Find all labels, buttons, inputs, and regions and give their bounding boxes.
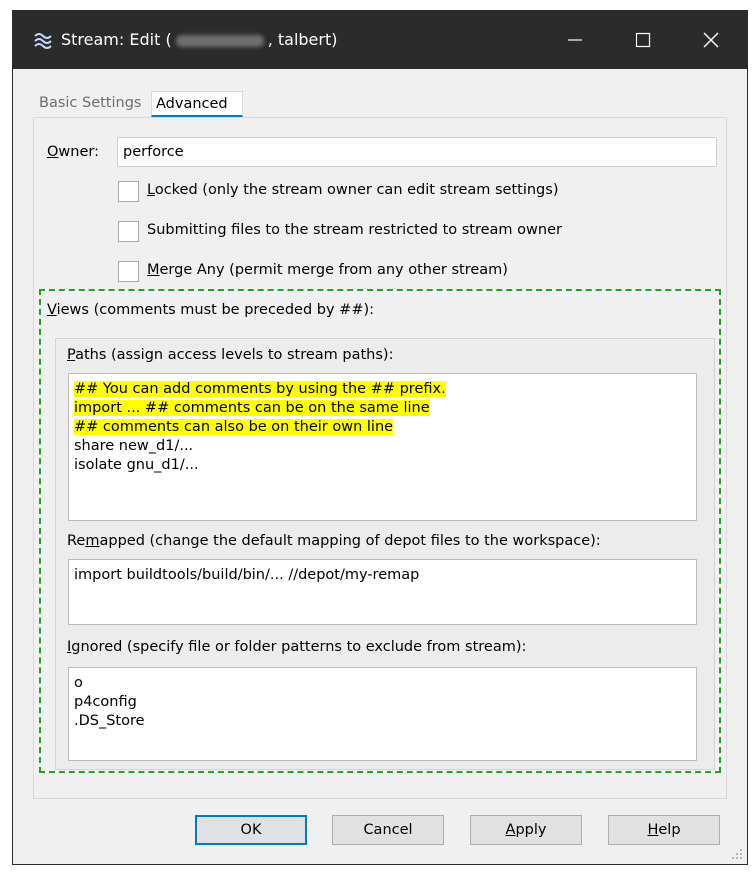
merge-any-label[interactable]: Merge Any (permit merge from any other s…: [147, 262, 508, 278]
stream-icon: [34, 33, 52, 49]
tab-basic-settings[interactable]: Basic Settings: [35, 91, 151, 117]
ignored-line: p4config: [74, 694, 137, 710]
views-label: Views (comments must be preceded by ##):: [47, 302, 375, 318]
paths-label: Paths (assign access levels to stream pa…: [67, 347, 394, 363]
tab-advanced[interactable]: Advanced: [151, 91, 243, 117]
window-title: Stream: Edit (, talbert): [61, 30, 338, 49]
paths-line: share new_d1/...: [74, 438, 194, 454]
apply-button[interactable]: Apply: [470, 815, 582, 845]
restrict-submit-label[interactable]: Submitting files to the stream restricte…: [147, 222, 562, 238]
close-icon: [703, 32, 719, 48]
ignored-label: Ignored (specify file or folder patterns…: [67, 639, 527, 655]
maximize-icon: [635, 32, 651, 48]
remapped-line: import buildtools/build/bin/... //depot/…: [74, 567, 420, 583]
merge-any-checkbox[interactable]: [118, 261, 139, 282]
ok-button[interactable]: OK: [195, 815, 307, 845]
ignored-line: .DS_Store: [74, 713, 145, 729]
paths-line: isolate gnu_d1/...: [74, 457, 199, 473]
help-button[interactable]: Help: [608, 815, 720, 845]
locked-checkbox[interactable]: [118, 181, 139, 202]
paths-line: ## comments can also be on their own lin…: [74, 419, 394, 435]
stream-edit-dialog: Stream: Edit (, talbert) Basic Settings …: [12, 10, 748, 865]
restrict-submit-checkbox[interactable]: [118, 221, 139, 242]
paths-line: import ... ## comments can be on the sam…: [74, 400, 430, 416]
minimize-icon: [568, 39, 582, 41]
owner-input[interactable]: perforce: [117, 137, 717, 167]
remapped-label: Remapped (change the default mapping of …: [67, 533, 601, 549]
paths-textarea[interactable]: ## You can add comments by using the ## …: [68, 373, 697, 521]
minimize-button[interactable]: [541, 11, 609, 69]
close-button[interactable]: [677, 11, 745, 69]
remapped-textarea[interactable]: import buildtools/build/bin/... //depot/…: [68, 559, 697, 625]
paths-line: ## You can add comments by using the ## …: [74, 381, 446, 397]
redacted-text: [175, 34, 264, 47]
ignored-textarea[interactable]: o p4config .DS_Store: [68, 667, 697, 761]
locked-label[interactable]: Locked (only the stream owner can edit s…: [147, 182, 558, 198]
ignored-line: o: [74, 675, 83, 691]
resize-grip-icon[interactable]: [731, 848, 743, 860]
maximize-button[interactable]: [609, 11, 677, 69]
title-bar[interactable]: Stream: Edit (, talbert): [13, 11, 747, 69]
owner-label: Owner:: [47, 144, 99, 160]
cancel-button[interactable]: Cancel: [332, 815, 444, 845]
